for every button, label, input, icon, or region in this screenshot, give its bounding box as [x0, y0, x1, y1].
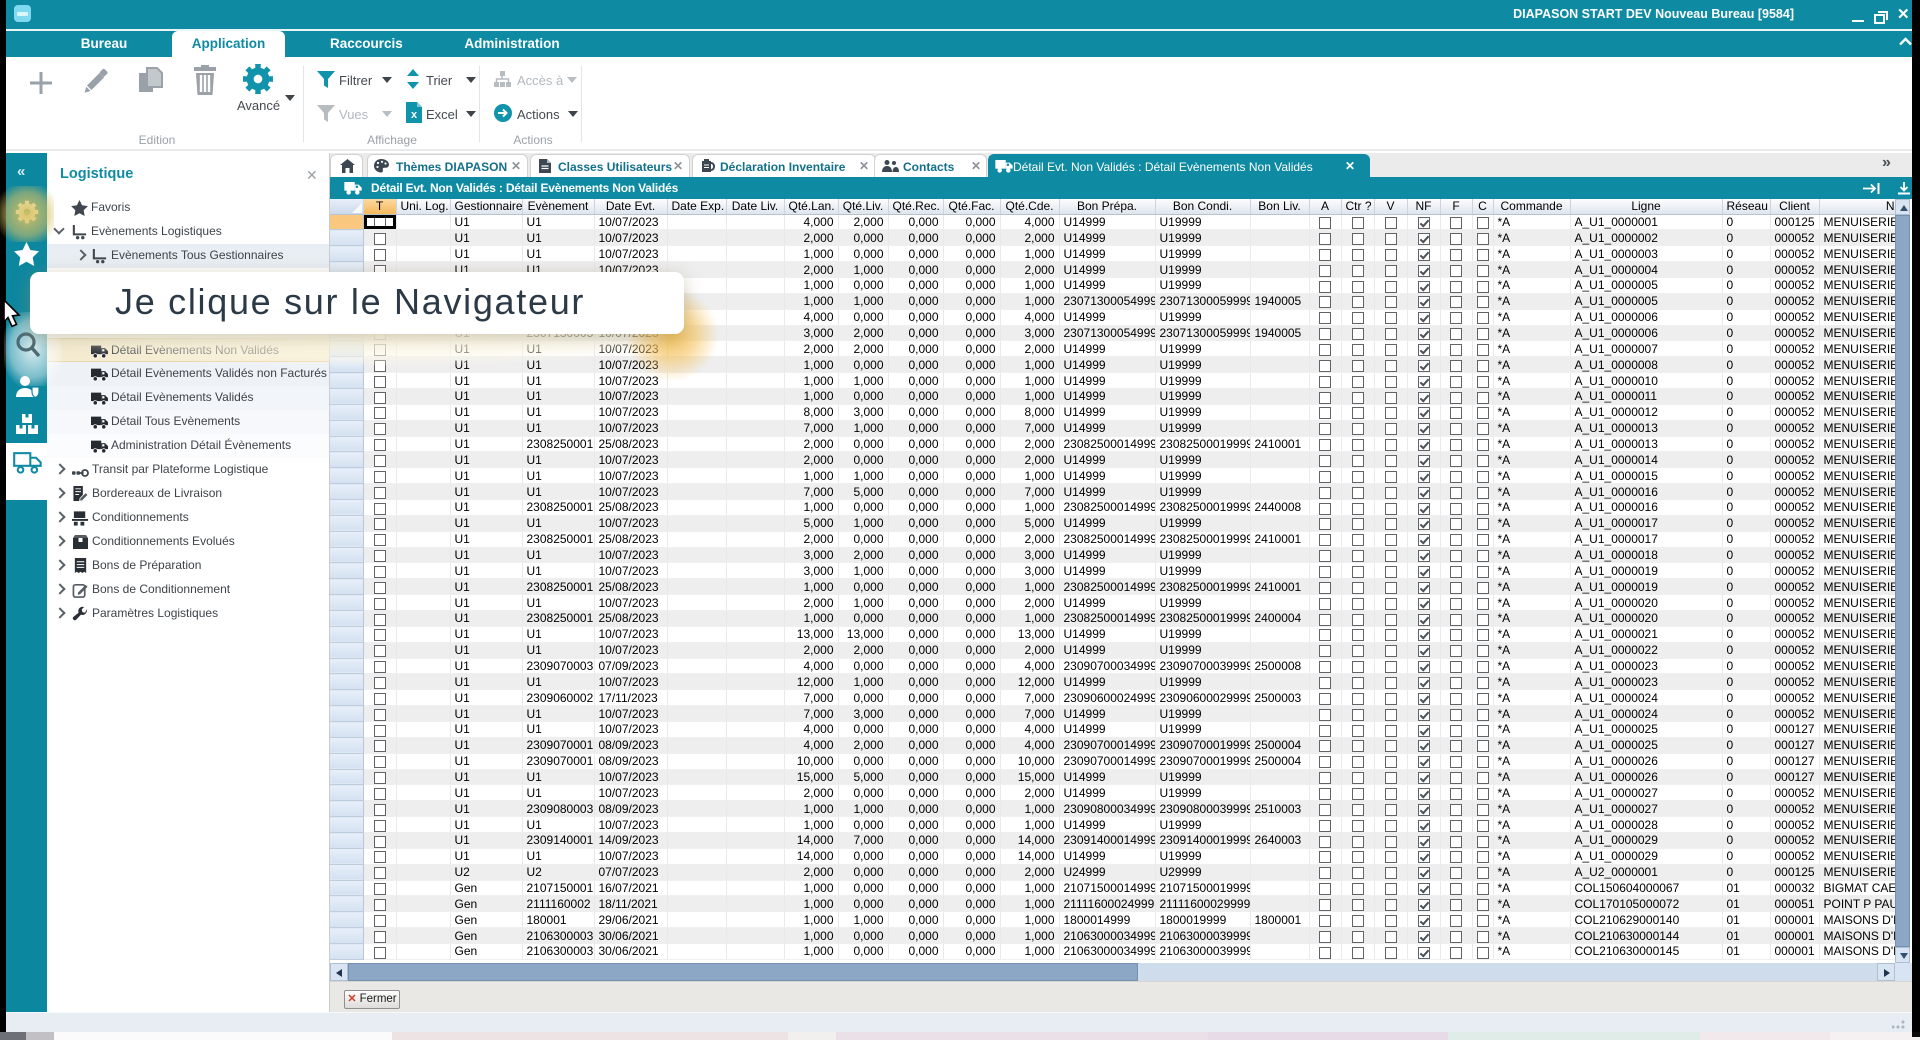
- svg-text:x: x: [411, 109, 418, 121]
